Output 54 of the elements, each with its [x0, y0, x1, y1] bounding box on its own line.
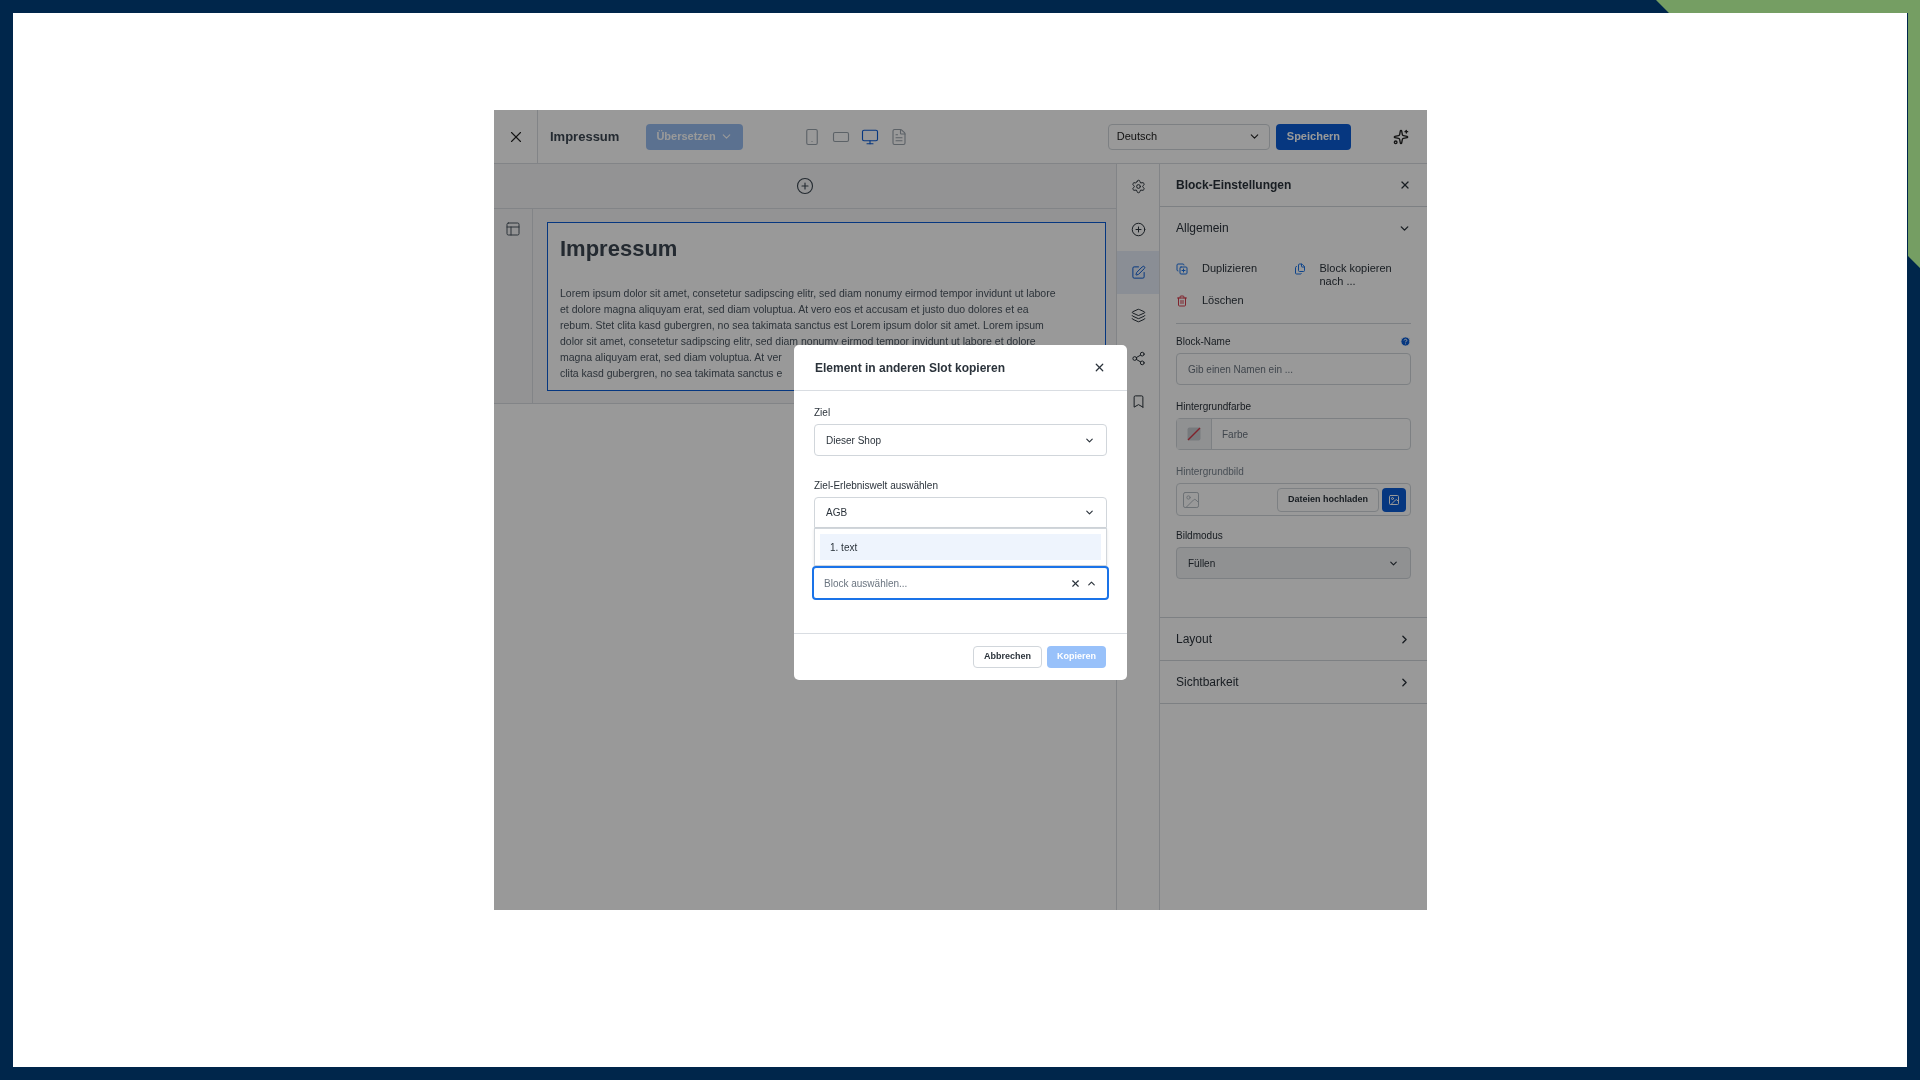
world-select[interactable]: AGB: [814, 497, 1107, 528]
close-icon: [1093, 361, 1106, 374]
paragraph-line: clita kasd gubergren, no sea takimata sanctus e: [560, 366, 783, 381]
duplicate-icon: [1176, 263, 1188, 275]
section-header[interactable]: Layout: [1160, 618, 1427, 661]
cancel-button[interactable]: Abbrechen: [972, 646, 1042, 668]
paragraph-line: rebum. Stet clita kasd gubergren, no sea takimata sanctus est Lorem ipsum dolor sit amet. Lorem ipsum: [560, 318, 1044, 333]
monitor-icon[interactable]: [860, 127, 879, 146]
layout-icon[interactable]: [505, 221, 521, 237]
paragraph-line: Lorem ipsum dolor sit amet, consetetur sadipscing elitr, sed diam nonumy eirmod tempor invidunt ut labore: [560, 286, 1056, 301]
sparkle-button[interactable]: [1393, 128, 1409, 145]
upload-button[interactable]: Dateien hochladen: [1277, 487, 1379, 512]
field-label: Bildmodus: [1176, 529, 1224, 543]
page-title: Impressum: [550, 127, 620, 146]
image-icon: [1388, 493, 1400, 506]
edit-icon[interactable]: [1117, 251, 1159, 294]
target-select[interactable]: Dieser Shop: [814, 424, 1107, 456]
panel-title: Block-Einstellungen: [1176, 177, 1292, 194]
paragraph-line: dolor sit amet, consetetur sadipscing elitr, sed diam nonumy eirmod tempor invidunt ut labore et dolore: [560, 334, 1036, 349]
color-field[interactable]: Farbe: [1176, 418, 1411, 450]
block-select[interactable]: Block auswählen...: [812, 566, 1109, 600]
field-label: Hintergrundfarbe: [1176, 400, 1253, 414]
language-select[interactable]: Deutsch: [1107, 123, 1270, 150]
field-label: Ziel-Erlebniswelt auswählen: [814, 479, 939, 493]
close-icon: [1399, 179, 1411, 191]
dialog-title: Element in anderen Slot kopieren: [815, 359, 1006, 377]
close-button[interactable]: [1399, 179, 1411, 191]
no-color-icon: [1187, 427, 1201, 441]
block-name-field[interactable]: Gib einen Namen ein ...: [1176, 353, 1411, 385]
section-header[interactable]: Allgemein: [1160, 207, 1427, 249]
paragraph-line: magna aliquyam erat, sed diam voluptua. At ver: [560, 350, 782, 365]
paragraph-line: et dolore magna aliquyam erat, sed diam voluptua. At vero eos et accusam et justo duo dolores et ea: [560, 302, 1029, 317]
field-label: Ziel: [814, 406, 832, 420]
block-heading: Impressum: [560, 235, 679, 263]
section-header[interactable]: Sichtbarkeit: [1160, 661, 1427, 704]
image-placeholder-icon: [1181, 489, 1201, 510]
help-icon: [1400, 336, 1411, 347]
clear-icon[interactable]: [1070, 577, 1081, 589]
field-label: Hintergrundbild: [1176, 465, 1245, 479]
document-icon[interactable]: [889, 127, 908, 146]
add-section-button[interactable]: [796, 177, 814, 195]
action-link[interactable]: Block kopieren nach ...: [1293, 262, 1411, 288]
trash-icon: [1176, 295, 1188, 307]
image-mode-select[interactable]: Füllen: [1176, 547, 1411, 579]
copy-icon: [1293, 263, 1306, 275]
save-button[interactable]: Speichern: [1275, 123, 1351, 150]
image-upload-field[interactable]: Dateien hochladen: [1176, 483, 1411, 516]
close-button[interactable]: [1093, 361, 1106, 374]
action-link[interactable]: Duplizieren: [1176, 262, 1294, 288]
media-button[interactable]: [1382, 487, 1406, 512]
chevron-down-icon: [1084, 507, 1095, 518]
field-label: Block-Name: [1176, 335, 1231, 349]
action-link[interactable]: Löschen: [1176, 294, 1294, 307]
dropdown-option[interactable]: 1. text: [820, 534, 1101, 560]
